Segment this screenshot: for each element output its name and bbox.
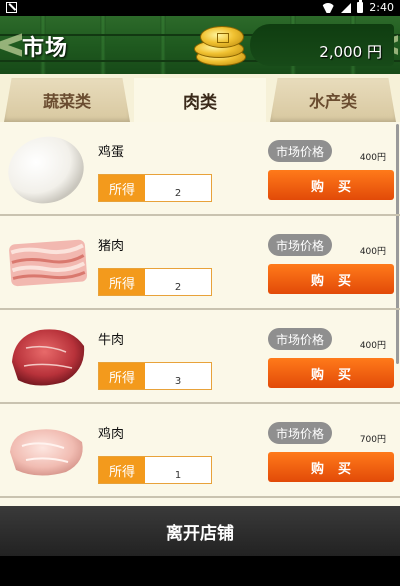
gold-coins-icon: [192, 22, 252, 68]
obtained-value: 1: [174, 470, 182, 481]
item-name: 鸡肉: [98, 427, 125, 442]
buy-button[interactable]: 购买: [268, 358, 394, 388]
obtained-count: 所得 2: [98, 268, 212, 296]
market-price-label: 市场价格: [268, 140, 332, 162]
wifi-icon: [321, 3, 335, 13]
list-item: 牛肉 所得 3 市场价格 400円 购买: [0, 310, 400, 404]
bamboo-leaf-icon: [0, 18, 22, 72]
list-item: 猪肉 所得 2 市场价格 400円 购买: [0, 216, 400, 310]
egg-icon: [8, 136, 84, 204]
obtained-value: 3: [174, 376, 182, 387]
item-price: 400円: [359, 153, 386, 163]
item-price: 700円: [359, 435, 386, 445]
bacon-icon: [9, 239, 88, 287]
navigation-bar: [0, 556, 400, 586]
obtained-label: 所得: [99, 457, 145, 483]
item-price: 400円: [359, 247, 386, 257]
item-name: 牛肉: [98, 333, 125, 348]
market-price-label: 市场价格: [268, 328, 332, 350]
signal-icon: [341, 2, 352, 13]
obtained-value: 2: [174, 188, 182, 199]
market-header: 市场 2,000 円: [0, 16, 400, 74]
item-price: 400円: [359, 341, 386, 351]
item-name: 鸡蛋: [98, 145, 125, 160]
beef-icon: [12, 329, 85, 386]
clock: 2:40: [369, 1, 394, 14]
obtained-count: 所得 1: [98, 456, 212, 484]
market-price-label: 市场价格: [268, 234, 332, 256]
notification-icon: [6, 2, 17, 13]
obtained-label: 所得: [99, 363, 145, 389]
status-bar: 2:40: [0, 0, 400, 16]
tab-seafood[interactable]: 水产类: [270, 78, 396, 122]
list-item: 鸡蛋 所得 2 市场价格 400円 购买: [0, 122, 400, 216]
market-price-label: 市场价格: [268, 422, 332, 444]
item-list[interactable]: 鸡蛋 所得 2 市场价格 400円 购买 猪肉 所得 2 市场价格 400円 购…: [0, 122, 400, 506]
page-title: 市场: [22, 36, 69, 61]
buy-button[interactable]: 购买: [268, 170, 394, 200]
category-tabs: 蔬菜类 肉类 水产类: [0, 74, 400, 122]
obtained-count: 所得 2: [98, 174, 212, 202]
chicken-icon: [10, 429, 83, 476]
obtained-value: 2: [174, 282, 182, 293]
obtained-count: 所得 3: [98, 362, 212, 390]
item-name: 猪肉: [98, 239, 125, 254]
tab-vegetables[interactable]: 蔬菜类: [4, 78, 130, 122]
buy-button[interactable]: 购买: [268, 264, 394, 294]
buy-button[interactable]: 购买: [268, 452, 394, 482]
list-item: 鸡肉 所得 1 市场价格 700円 购买: [0, 404, 400, 498]
obtained-label: 所得: [99, 175, 145, 201]
money-amount: 2,000 円: [319, 43, 382, 61]
tab-meat[interactable]: 肉类: [134, 78, 266, 122]
battery-icon: [357, 0, 364, 13]
obtained-label: 所得: [99, 269, 145, 295]
leave-shop-button[interactable]: 离开店铺: [0, 506, 400, 556]
